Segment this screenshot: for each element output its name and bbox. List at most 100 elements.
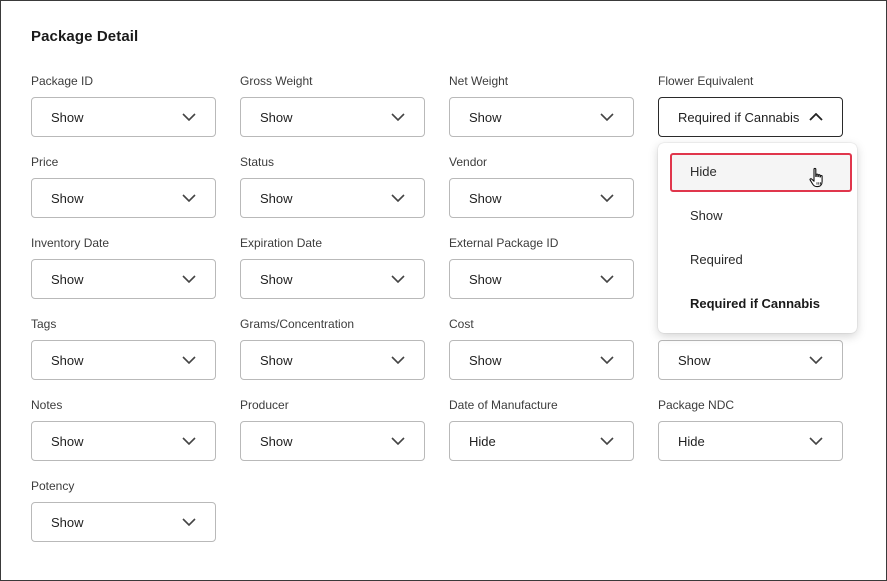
flower-equivalent-select[interactable]: Required if Cannabis (658, 97, 843, 137)
field-notes: Notes Show (31, 397, 216, 461)
select-value: Show (51, 109, 84, 125)
field-price: Price Show (31, 154, 216, 218)
chevron-down-icon (600, 191, 614, 205)
chevron-down-icon (391, 272, 405, 286)
field-external-package-id: External Package ID Show (449, 235, 634, 299)
package-ndc-select[interactable]: Hide (658, 421, 843, 461)
field-gross-weight: Gross Weight Show (240, 73, 425, 137)
field-status: Status Show (240, 154, 425, 218)
field-vendor: Vendor Show (449, 154, 634, 218)
obscured-select[interactable]: Show (658, 340, 843, 380)
chevron-down-icon (600, 353, 614, 367)
hand-pointer-cursor-icon (807, 167, 827, 189)
field-label: Status (240, 155, 275, 169)
field-label: Expiration Date (240, 236, 323, 250)
chevron-down-icon (182, 110, 196, 124)
field-label: Tags (31, 317, 57, 331)
select-value: Show (260, 271, 293, 287)
chevron-down-icon (391, 110, 405, 124)
select-value: Show (51, 352, 84, 368)
option-required-if-cannabis[interactable]: Required if Cannabis (690, 294, 820, 314)
net-weight-select[interactable]: Show (449, 97, 634, 137)
select-value: Hide (678, 433, 705, 449)
vendor-select[interactable]: Show (449, 178, 634, 218)
select-value: Hide (469, 433, 496, 449)
field-package-id: Package ID Show (31, 73, 216, 137)
select-value: Show (678, 352, 711, 368)
select-value: Show (260, 433, 293, 449)
select-value: Show (51, 433, 84, 449)
select-value: Show (51, 190, 84, 206)
cost-select[interactable]: Show (449, 340, 634, 380)
package-id-select[interactable]: Show (31, 97, 216, 137)
price-select[interactable]: Show (31, 178, 216, 218)
chevron-down-icon (182, 191, 196, 205)
field-label: Net Weight (449, 74, 509, 88)
field-package-ndc: Package NDC Hide (658, 397, 843, 461)
field-label: Cost (449, 317, 474, 331)
field-label: Vendor (449, 155, 488, 169)
chevron-down-icon (600, 272, 614, 286)
select-value: Show (51, 514, 84, 530)
field-grams-concentration: Grams/Concentration Show (240, 316, 425, 380)
chevron-down-icon (809, 434, 823, 448)
tags-select[interactable]: Show (31, 340, 216, 380)
field-label: Inventory Date (31, 236, 110, 250)
field-producer: Producer Show (240, 397, 425, 461)
field-label: Notes (31, 398, 63, 412)
field-inventory-date: Inventory Date Show (31, 235, 216, 299)
chevron-down-icon (600, 110, 614, 124)
field-label: Date of Manufacture (449, 398, 558, 412)
field-label: Package NDC (658, 398, 735, 412)
chevron-down-icon (182, 434, 196, 448)
field-date-of-manufacture: Date of Manufacture Hide (449, 397, 634, 461)
gross-weight-select[interactable]: Show (240, 97, 425, 137)
select-value: Show (260, 109, 293, 125)
date-of-manufacture-select[interactable]: Hide (449, 421, 634, 461)
option-show[interactable]: Show (690, 206, 723, 226)
select-value: Required if Cannabis (678, 109, 800, 125)
chevron-down-icon (182, 515, 196, 529)
field-label: Grams/Concentration (240, 317, 355, 331)
potency-select[interactable]: Show (31, 502, 216, 542)
field-label: Potency (31, 479, 75, 493)
select-value: Show (469, 109, 502, 125)
field-cost: Cost Show (449, 316, 634, 380)
select-value: Show (260, 352, 293, 368)
grams-concentration-select[interactable]: Show (240, 340, 425, 380)
external-package-id-select[interactable]: Show (449, 259, 634, 299)
expiration-date-select[interactable]: Show (240, 259, 425, 299)
field-flower-equivalent: Flower Equivalent Required if Cannabis (658, 73, 843, 137)
section-title: Package Detail (31, 28, 139, 45)
field-label: External Package ID (449, 236, 559, 250)
producer-select[interactable]: Show (240, 421, 425, 461)
notes-select[interactable]: Show (31, 421, 216, 461)
chevron-down-icon (182, 353, 196, 367)
chevron-down-icon (182, 272, 196, 286)
field-label: Package ID (31, 74, 94, 88)
chevron-down-icon (809, 353, 823, 367)
chevron-down-icon (391, 191, 405, 205)
field-potency: Potency Show (31, 478, 216, 542)
flower-equivalent-dropdown-menu: Hide Show Required Required if Cannabis (658, 143, 857, 333)
inventory-date-select[interactable]: Show (31, 259, 216, 299)
select-value: Show (51, 271, 84, 287)
chevron-down-icon (600, 434, 614, 448)
field-label: Gross Weight (240, 74, 313, 88)
option-required[interactable]: Required (690, 250, 743, 270)
field-label: Producer (240, 398, 289, 412)
field-net-weight: Net Weight Show (449, 73, 634, 137)
chevron-down-icon (391, 353, 405, 367)
status-select[interactable]: Show (240, 178, 425, 218)
chevron-down-icon (391, 434, 405, 448)
field-expiration-date: Expiration Date Show (240, 235, 425, 299)
package-detail-panel: Package Detail Package ID Show Gross Wei… (0, 0, 887, 581)
field-label: Price (31, 155, 59, 169)
field-label: Flower Equivalent (658, 74, 754, 88)
select-value: Show (469, 271, 502, 287)
option-hide[interactable]: Hide (690, 162, 717, 182)
select-value: Show (260, 190, 293, 206)
select-value: Show (469, 352, 502, 368)
field-tags: Tags Show (31, 316, 216, 380)
chevron-up-icon (809, 110, 823, 124)
